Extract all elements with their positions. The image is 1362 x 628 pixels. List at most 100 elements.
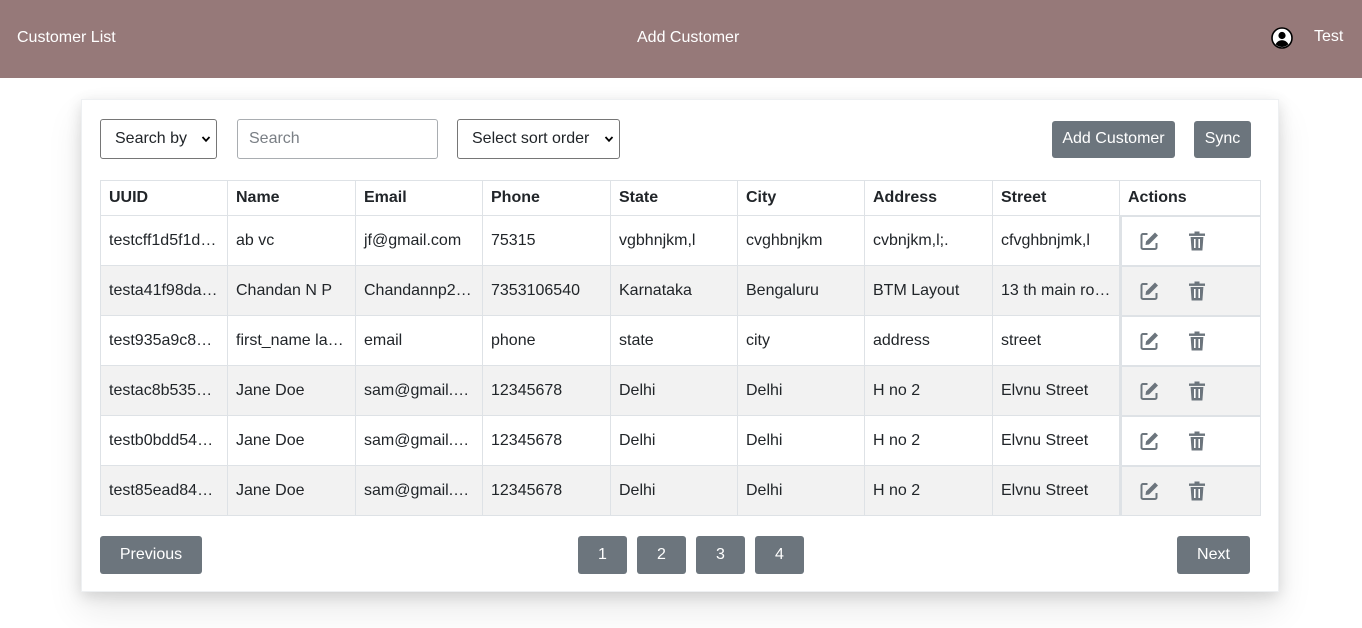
edit-icon[interactable] xyxy=(1138,330,1160,352)
cell-email: jf@gmail.com xyxy=(355,215,483,266)
header-uuid: UUID xyxy=(100,180,228,216)
cell-uuid: testac8b535… xyxy=(100,365,228,416)
cell-address: H no 2 xyxy=(864,365,993,416)
cell-state: Delhi xyxy=(610,465,738,516)
sort-order-select[interactable]: Select sort order xyxy=(457,119,620,159)
user-name[interactable]: Test xyxy=(1314,27,1343,47)
cell-email: Chandannp2… xyxy=(355,265,483,316)
search-placeholder: Search xyxy=(249,130,300,147)
cell-uuid: testb0bdd54… xyxy=(100,415,228,466)
search-input[interactable]: Search xyxy=(237,119,438,159)
cell-state: Delhi xyxy=(610,365,738,416)
cell-actions xyxy=(1119,315,1261,366)
cell-phone: 12345678 xyxy=(482,365,611,416)
cell-email: sam@gmail.… xyxy=(355,465,483,516)
header-address: Address xyxy=(864,180,993,216)
add-customer-button[interactable]: Add Customer xyxy=(1052,121,1175,158)
cell-city: Delhi xyxy=(737,365,865,416)
cell-uuid: testcff1d5f1d… xyxy=(100,215,228,266)
cell-name: Jane Doe xyxy=(227,465,356,516)
cell-city: Bengaluru xyxy=(737,265,865,316)
sync-button[interactable]: Sync xyxy=(1194,121,1251,158)
cell-actions xyxy=(1119,215,1261,266)
cell-uuid: test85ead84… xyxy=(100,465,228,516)
page-1-button[interactable]: 1 xyxy=(578,536,627,574)
search-by-select[interactable]: Search by xyxy=(100,119,217,159)
cell-name: first_name la… xyxy=(227,315,356,366)
cell-city: Delhi xyxy=(737,415,865,466)
cell-state: Delhi xyxy=(610,415,738,466)
table-row: testa41f98da… Chandan N P Chandannp2… 73531… xyxy=(100,265,1261,316)
trash-icon[interactable] xyxy=(1186,480,1208,502)
actions-group xyxy=(1120,316,1260,365)
customer-list-link[interactable]: Customer List xyxy=(17,28,116,48)
cell-uuid: test935a9c8… xyxy=(100,315,228,366)
table-row: testb0bdd54… Jane Doe sam@gmail.… 12345678 D… xyxy=(100,415,1261,466)
user-circle-icon[interactable] xyxy=(1271,27,1293,49)
table-row: test85ead84… Jane Doe sam@gmail.… 12345678 D… xyxy=(100,465,1261,516)
cell-city: city xyxy=(737,315,865,366)
chevron-down-icon xyxy=(604,136,614,143)
header-name: Name xyxy=(227,180,356,216)
edit-icon[interactable] xyxy=(1138,430,1160,452)
sort-order-value: Select sort order xyxy=(472,130,590,147)
customer-card: Search by Search Select sort order Add C… xyxy=(81,99,1279,592)
cell-street: Elvnu Street xyxy=(992,365,1120,416)
table-row: testac8b535… Jane Doe sam@gmail.… 12345678 D… xyxy=(100,365,1261,416)
trash-icon[interactable] xyxy=(1186,380,1208,402)
header-actions: Actions xyxy=(1119,180,1261,216)
cell-phone: 7353106540 xyxy=(482,265,611,316)
actions-group xyxy=(1120,416,1260,465)
cell-address: H no 2 xyxy=(864,465,993,516)
cell-actions xyxy=(1119,365,1261,416)
cell-name: Jane Doe xyxy=(227,415,356,466)
cell-state: Karnataka xyxy=(610,265,738,316)
next-button[interactable]: Next xyxy=(1177,536,1250,574)
cell-address: H no 2 xyxy=(864,415,993,466)
cell-street: Elvnu Street xyxy=(992,415,1120,466)
cell-street: 13 th main ro… xyxy=(992,265,1120,316)
cell-phone: phone xyxy=(482,315,611,366)
trash-icon[interactable] xyxy=(1186,230,1208,252)
edit-icon[interactable] xyxy=(1138,380,1160,402)
page-3-button[interactable]: 3 xyxy=(696,536,745,574)
cell-actions xyxy=(1119,415,1261,466)
cell-phone: 12345678 xyxy=(482,415,611,466)
cell-actions xyxy=(1119,265,1261,316)
edit-icon[interactable] xyxy=(1138,230,1160,252)
cell-state: state xyxy=(610,315,738,366)
cell-street: street xyxy=(992,315,1120,366)
cell-email: sam@gmail.… xyxy=(355,365,483,416)
page-2-button[interactable]: 2 xyxy=(637,536,686,574)
top-navbar: Customer List Add Customer Test xyxy=(0,0,1362,78)
trash-icon[interactable] xyxy=(1186,330,1208,352)
table-row: test935a9c8… first_name la… email phone stat… xyxy=(100,315,1261,366)
header-state: State xyxy=(610,180,738,216)
cell-street: Elvnu Street xyxy=(992,465,1120,516)
page-4-button[interactable]: 4 xyxy=(755,536,804,574)
actions-group xyxy=(1120,216,1260,265)
table-body: testcff1d5f1d… ab vc jf@gmail.com 75315 vgbh… xyxy=(100,215,1261,516)
customer-table: UUID Name Email Phone State City Address… xyxy=(100,180,1261,516)
cell-street: cfvghbnjmk,l xyxy=(992,215,1120,266)
cell-name: ab vc xyxy=(227,215,356,266)
trash-icon[interactable] xyxy=(1186,430,1208,452)
edit-icon[interactable] xyxy=(1138,280,1160,302)
cell-city: cvghbnjkm xyxy=(737,215,865,266)
cell-address: BTM Layout xyxy=(864,265,993,316)
search-by-value: Search by xyxy=(115,130,188,147)
cell-city: Delhi xyxy=(737,465,865,516)
header-city: City xyxy=(737,180,865,216)
cell-state: vgbhnjkm,l xyxy=(610,215,738,266)
chevron-down-icon xyxy=(201,136,211,143)
header-phone: Phone xyxy=(482,180,611,216)
actions-group xyxy=(1120,466,1260,515)
edit-icon[interactable] xyxy=(1138,480,1160,502)
cell-address: address xyxy=(864,315,993,366)
cell-phone: 75315 xyxy=(482,215,611,266)
trash-icon[interactable] xyxy=(1186,280,1208,302)
previous-button[interactable]: Previous xyxy=(100,536,202,574)
table-header: UUID Name Email Phone State City Address… xyxy=(100,180,1261,216)
add-customer-link[interactable]: Add Customer xyxy=(637,28,739,48)
cell-email: sam@gmail.… xyxy=(355,415,483,466)
